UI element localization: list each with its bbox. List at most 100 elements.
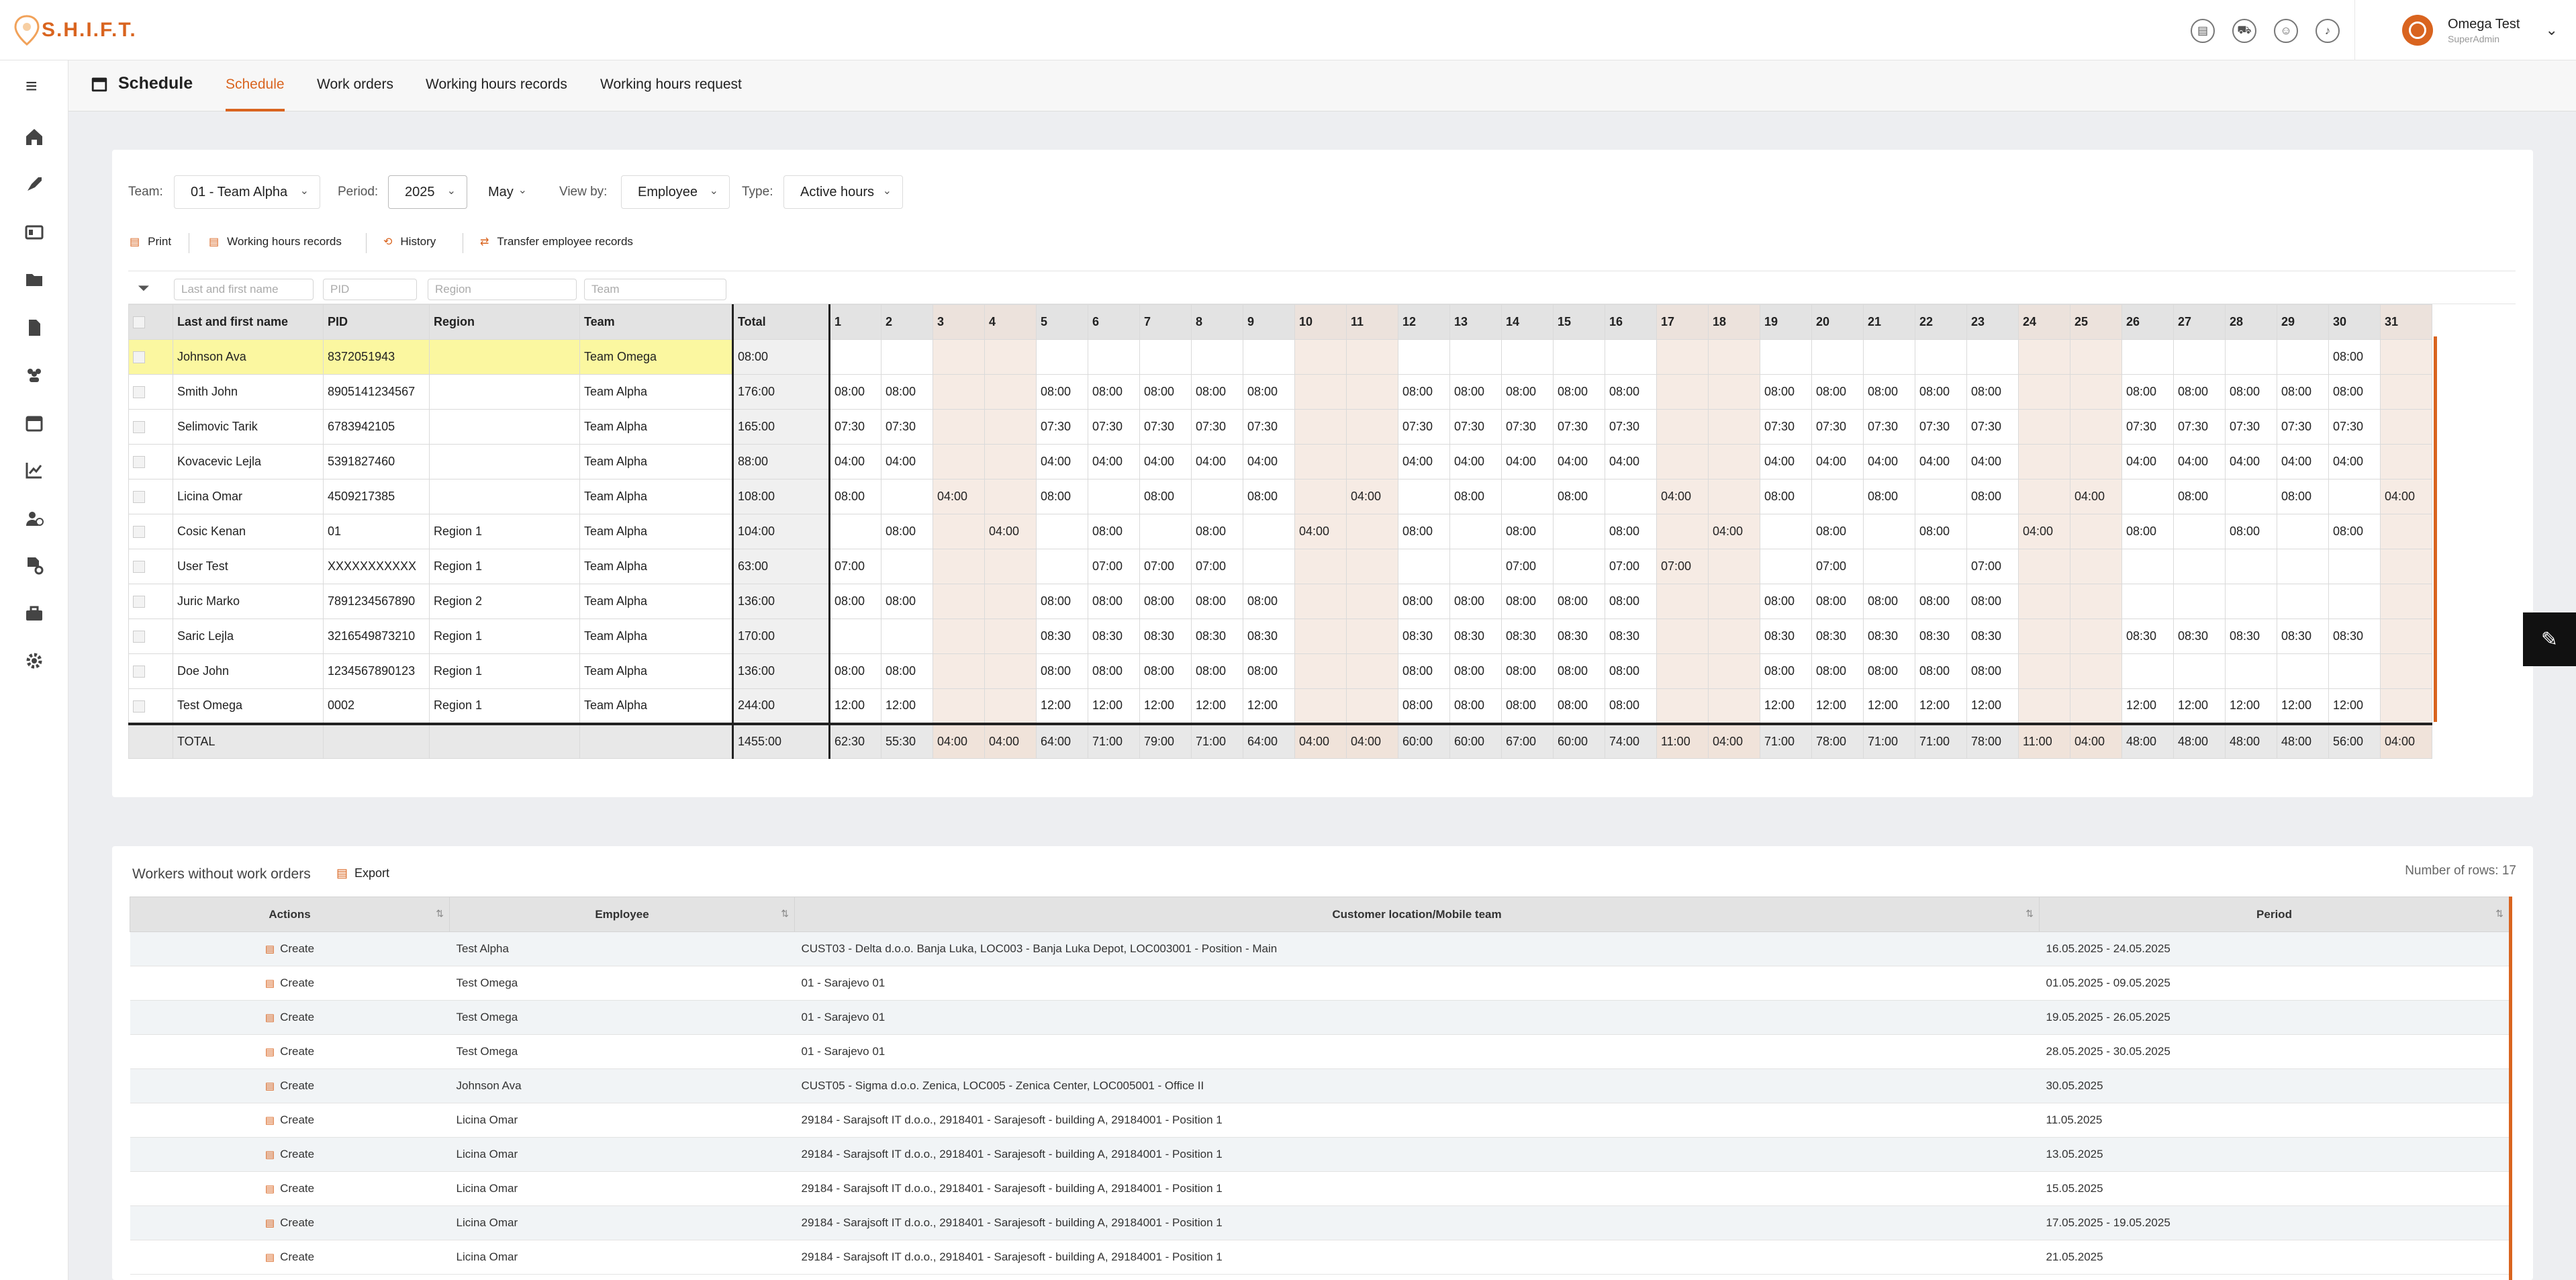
day-cell[interactable] [1346,653,1398,689]
day-cell[interactable] [1708,619,1760,654]
day-cell[interactable]: 04:00 [1501,444,1554,479]
day-cell[interactable] [984,549,1037,584]
day-cell[interactable]: 12:00 [1191,688,1243,724]
day-cell[interactable] [2070,653,2122,689]
day-cell[interactable]: 07:30 [2173,409,2226,445]
day-cell[interactable]: 08:00 [1501,514,1554,549]
day-cell[interactable]: 07:00 [1139,549,1192,584]
day-cell[interactable] [2070,514,2122,549]
day-cell[interactable]: 08:00 [1760,653,1812,689]
row-checkbox[interactable] [133,596,145,608]
create-button[interactable]: ▤ Create [130,1068,450,1103]
day-cell[interactable]: 04:00 [2018,514,2070,549]
day-cell[interactable]: 08:30 [1915,619,1967,654]
day-cell[interactable]: 07:30 [1139,409,1192,445]
day-cell[interactable] [2173,339,2226,375]
day-cell[interactable]: 08:00 [2328,374,2381,410]
day-cell[interactable] [1501,339,1554,375]
day-cell[interactable] [1863,514,1915,549]
day-cell[interactable] [1760,339,1812,375]
row-select-cell[interactable] [128,688,173,724]
header-region[interactable]: Region [429,304,580,340]
user-clock-icon[interactable] [22,506,46,531]
chart-icon[interactable] [22,458,46,482]
day-cell[interactable]: 07:30 [881,409,933,445]
day-cell[interactable]: 04:00 [1088,444,1140,479]
day-cell[interactable]: 08:00 [1449,479,1502,514]
day-cell[interactable] [2173,514,2226,549]
day-cell[interactable]: 08:00 [1139,374,1192,410]
team-select[interactable]: 01 - Team Alpha ⌄ [174,175,320,209]
day-cell[interactable]: 07:30 [828,409,881,445]
day-cell[interactable]: 12:00 [828,688,881,724]
day-cell[interactable]: 12:00 [1760,688,1812,724]
day-cell[interactable] [1605,479,1657,514]
day-cell[interactable] [984,409,1037,445]
day-cell[interactable]: 07:30 [1863,409,1915,445]
day-cell[interactable] [2225,653,2277,689]
day-cell[interactable] [2277,549,2329,584]
day-cell[interactable]: 07:30 [1915,409,1967,445]
create-button[interactable]: ▤ Create [130,1171,450,1206]
day-cell[interactable]: 08:00 [881,653,933,689]
day-cell[interactable]: 08:30 [1605,619,1657,654]
day-cell[interactable] [2070,339,2122,375]
day-cell[interactable] [1036,514,1088,549]
day-cell[interactable]: 08:00 [1605,653,1657,689]
day-cell[interactable]: 08:00 [1243,584,1295,619]
day-cell[interactable] [2070,619,2122,654]
day-cell[interactable] [933,444,985,479]
day-cell[interactable] [1501,479,1554,514]
day-cell[interactable] [1294,688,1347,724]
day-cell[interactable]: 08:00 [1088,653,1140,689]
day-cell[interactable] [2328,584,2381,619]
day-cell[interactable] [828,514,881,549]
day-cell[interactable]: 08:00 [2277,374,2329,410]
document-icon[interactable] [22,316,46,340]
day-cell[interactable]: 08:00 [828,653,881,689]
month-select[interactable]: May ⌄ [472,175,538,209]
day-cell[interactable]: 08:00 [1449,374,1502,410]
day-cell[interactable]: 08:00 [1966,653,2019,689]
row-select-cell[interactable] [128,514,173,549]
day-cell[interactable] [1294,549,1347,584]
schedule-row[interactable]: Cosic Kenan 01 Region 1 Team Alpha 104:00 08:… [128,514,2432,549]
day-cell[interactable]: 08:30 [1966,619,2019,654]
day-cell[interactable]: 07:30 [1760,409,1812,445]
day-cell[interactable]: 07:30 [1966,409,2019,445]
day-cell[interactable]: 07:30 [1398,409,1450,445]
day-cell[interactable]: 04:00 [1036,444,1088,479]
day-cell[interactable]: 04:00 [1863,444,1915,479]
day-cell[interactable]: 08:00 [1553,653,1605,689]
day-cell[interactable]: 08:00 [1966,374,2019,410]
day-cell[interactable] [881,619,933,654]
day-cell[interactable]: 07:00 [1191,549,1243,584]
region-filter-input[interactable]: Region [428,279,577,300]
day-cell[interactable]: 08:30 [1398,619,1450,654]
app-logo[interactable]: S.H.I.F.T. [13,15,137,46]
day-cell[interactable] [933,549,985,584]
day-cell[interactable] [1243,339,1295,375]
day-cell[interactable] [1243,514,1295,549]
schedule-row[interactable]: Test Omega 0002 Region 1 Team Alpha 244:00 12… [128,688,2432,724]
day-cell[interactable]: 08:30 [1191,619,1243,654]
create-button[interactable]: ▤ Create [130,966,450,1001]
day-cell[interactable]: 08:00 [1398,688,1450,724]
day-cell[interactable]: 04:00 [1449,444,1502,479]
print-button[interactable]: ▤ Print [130,235,171,248]
day-cell[interactable] [1346,619,1398,654]
day-cell[interactable]: 08:30 [1760,619,1812,654]
day-cell[interactable] [1346,374,1398,410]
day-cell[interactable] [1915,479,1967,514]
day-cell[interactable] [2018,688,2070,724]
day-cell[interactable] [2277,653,2329,689]
home-icon[interactable] [22,125,46,149]
day-cell[interactable] [1346,514,1398,549]
day-cell[interactable] [1346,409,1398,445]
day-cell[interactable]: 07:00 [1966,549,2019,584]
day-cell[interactable] [1449,549,1502,584]
day-cell[interactable]: 08:00 [1243,479,1295,514]
tab-working-hours-records[interactable]: Working hours records [426,77,567,111]
day-cell[interactable] [984,339,1037,375]
day-cell[interactable] [1708,374,1760,410]
